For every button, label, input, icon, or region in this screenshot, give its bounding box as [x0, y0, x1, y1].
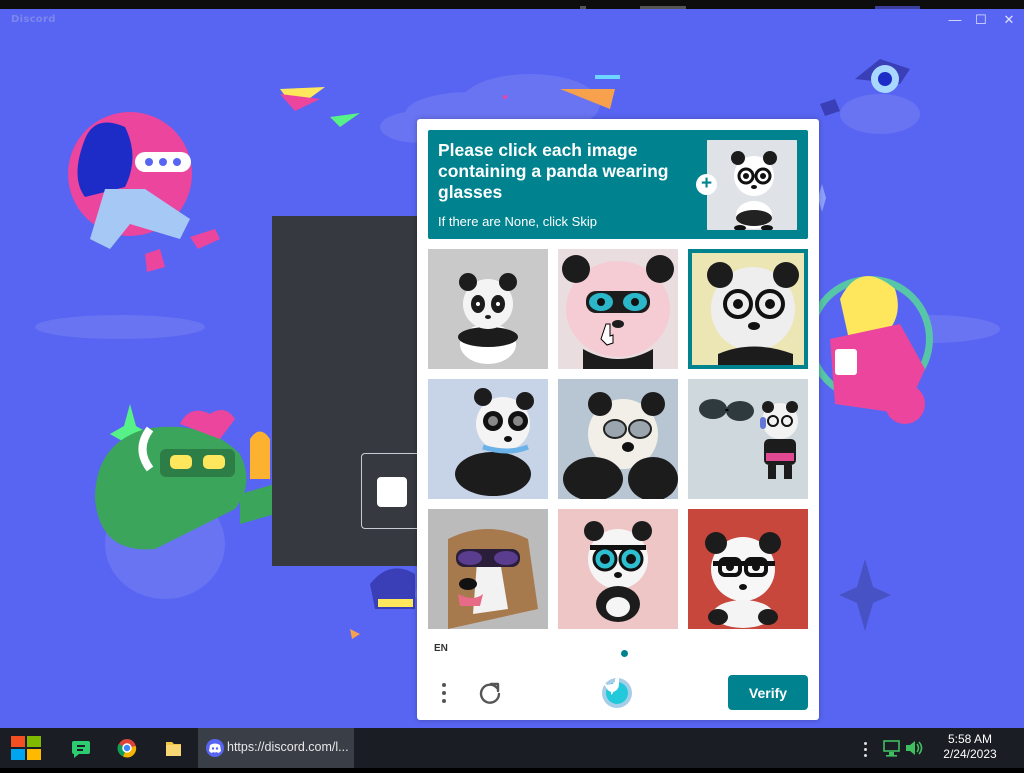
panda-glasses-image	[688, 249, 808, 369]
dog-sunglasses-image	[428, 509, 548, 629]
menu-icon[interactable]	[437, 679, 451, 707]
maximize-button[interactable]: ☐	[970, 11, 992, 29]
panda-plush-image	[428, 249, 548, 369]
top-strip	[0, 0, 1024, 9]
volume-icon[interactable]	[903, 728, 925, 768]
panda-glasses-image	[688, 509, 808, 629]
panda-floating-sunglasses-image	[688, 379, 808, 499]
captcha-tile-4[interactable]	[428, 379, 548, 499]
captcha-tile-7[interactable]	[428, 509, 548, 629]
captcha-tile-5[interactable]	[558, 379, 678, 499]
hcaptcha-logo-icon	[600, 676, 634, 710]
close-button[interactable]: ✕	[998, 11, 1020, 29]
chat-app-icon	[72, 741, 90, 758]
captcha-tile-2[interactable]	[558, 249, 678, 369]
captcha-tile-1[interactable]	[428, 249, 548, 369]
app-titlebar: Discord — ☐ ✕	[0, 9, 1024, 31]
panda-glasses-image	[558, 379, 678, 499]
clock-date: 2/24/2023	[943, 747, 997, 761]
captcha-tile-9[interactable]	[688, 509, 808, 629]
taskbar: https://discord.com/l... 5:58 AM 2/24/20…	[0, 728, 1024, 768]
taskbar-app-chrome[interactable]	[112, 728, 142, 768]
page-indicator-dot	[621, 650, 628, 657]
captcha-tile-3[interactable]	[688, 249, 808, 369]
clock-time: 5:58 AM	[947, 732, 993, 746]
verify-button[interactable]: Verify	[728, 675, 808, 710]
captcha-challenge: Please click each image containing a pan…	[417, 119, 819, 720]
app-title: Discord	[11, 14, 56, 25]
panda-goggles-image	[558, 249, 678, 369]
refresh-icon[interactable]	[477, 680, 503, 706]
network-icon[interactable]	[881, 728, 903, 768]
qr-code-box	[361, 453, 421, 529]
captcha-prompt: Please click each image containing a pan…	[438, 140, 669, 202]
panda-glasses-image	[428, 379, 548, 499]
captcha-subprompt: If there are None, click Skip	[438, 214, 597, 229]
expand-example-icon[interactable]: +	[696, 174, 717, 195]
discord-tab-label: https://discord.com/l...	[227, 740, 349, 754]
tray-overflow-icon[interactable]	[863, 741, 869, 757]
captcha-header: Please click each image containing a pan…	[428, 130, 808, 239]
minimize-button[interactable]: —	[944, 11, 966, 29]
taskbar-discord-tab[interactable]: https://discord.com/l...	[198, 728, 354, 768]
captcha-footer: Verify	[417, 669, 819, 720]
panda-glasses-image	[558, 509, 678, 629]
windows-logo-icon	[11, 736, 41, 760]
taskbar-app-messenger[interactable]	[66, 728, 96, 768]
example-image	[707, 140, 797, 230]
captcha-image-grid	[428, 249, 808, 630]
start-button[interactable]	[8, 728, 44, 768]
panda-with-glasses-icon	[707, 140, 797, 230]
taskbar-app-file-explorer[interactable]	[158, 728, 188, 768]
qr-icon	[377, 477, 407, 507]
chrome-icon	[117, 739, 137, 758]
system-clock[interactable]: 5:58 AM 2/24/2023	[930, 732, 1010, 762]
folder-icon	[166, 742, 181, 756]
language-selector[interactable]: EN	[434, 643, 448, 654]
captcha-tile-6[interactable]	[688, 379, 808, 499]
captcha-tile-8[interactable]	[558, 509, 678, 629]
